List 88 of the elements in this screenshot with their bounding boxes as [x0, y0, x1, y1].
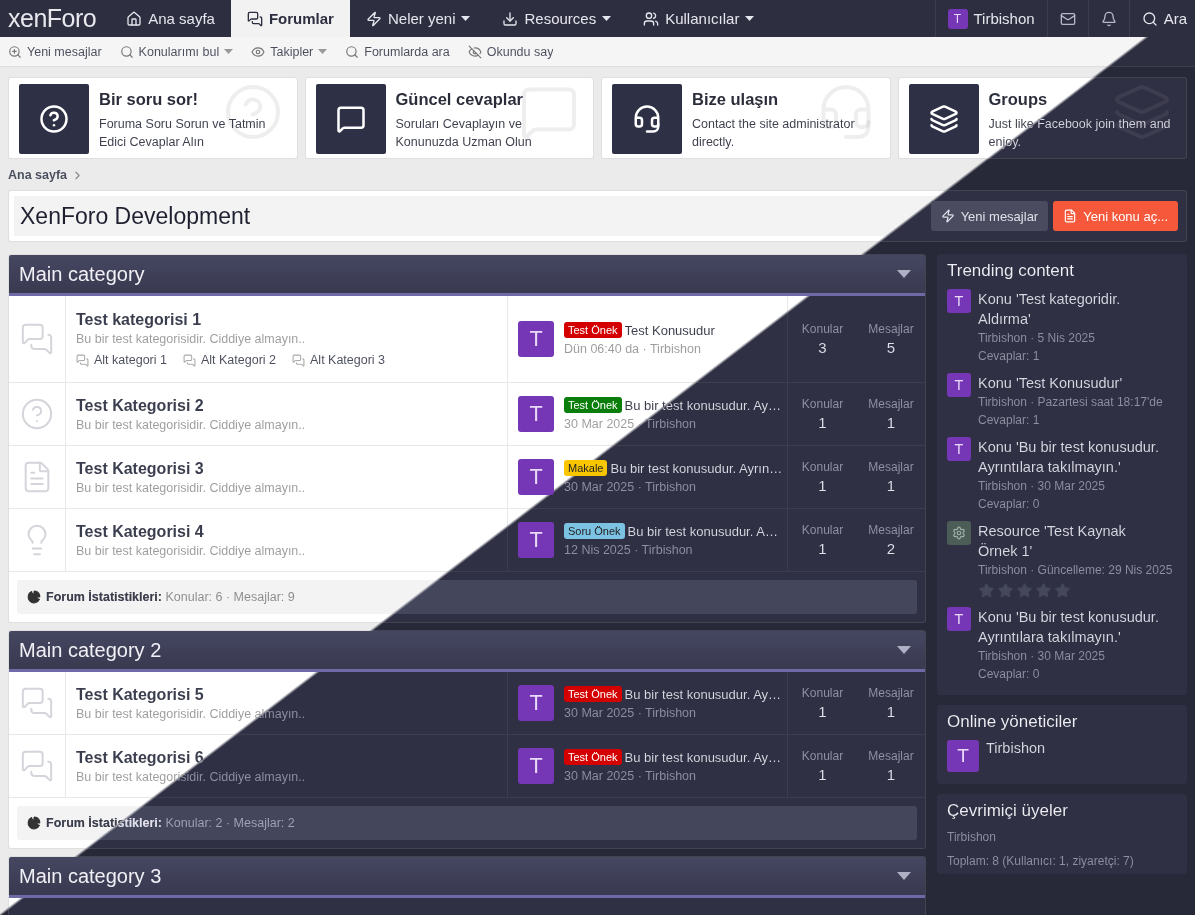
stat-label: Mesajlar	[868, 460, 914, 474]
home-icon	[126, 10, 143, 27]
nav-tab[interactable]: Forumlar	[230, 0, 350, 37]
info-card[interactable]: Güncel cevaplar Soruları Cevaplayın ve Konunuzda Uzman Olun	[304, 77, 594, 159]
stat-label: Konular	[801, 749, 844, 763]
user-avatar[interactable]: T	[518, 522, 554, 558]
stat-label: Mesajlar	[868, 749, 914, 763]
collapse-icon[interactable]	[897, 872, 911, 880]
user-avatar[interactable]: T	[518, 748, 554, 784]
nav-tab[interactable]: Resources	[486, 0, 628, 37]
user-avatar[interactable]: T	[518, 321, 554, 357]
user-avatar[interactable]: T	[947, 373, 971, 397]
category-title: Main category	[19, 262, 145, 286]
sub-nav-link[interactable]: Yeni mesajlar	[8, 44, 102, 59]
breadcrumb-link[interactable]: Ana sayfa	[8, 168, 68, 182]
sub-nav-link[interactable]: Okundu say	[467, 44, 554, 59]
thread-prefix: Soru Önek	[564, 523, 625, 539]
category-title: Main category 3	[19, 864, 162, 888]
thread-prefix: Test Önek	[564, 322, 622, 338]
users-icon	[643, 10, 660, 27]
collapse-icon[interactable]	[897, 646, 911, 654]
stat-label: Konular	[801, 523, 844, 537]
thread-prefix: Test Önek	[564, 749, 622, 765]
user-avatar: T	[947, 8, 968, 29]
speech-bubble-icon	[335, 104, 366, 134]
stat-label: Konular	[801, 322, 844, 336]
chat-bubbles-icon	[20, 322, 54, 356]
layers-icon	[928, 104, 959, 134]
user-avatar[interactable]: T	[947, 289, 971, 313]
headset-icon	[632, 104, 662, 134]
user-avatar[interactable]: T	[518, 459, 554, 495]
question-icon	[20, 397, 54, 431]
category-header[interactable]: Main category	[9, 255, 925, 296]
subforum-link[interactable]: Alt kategori 1	[76, 353, 167, 367]
chat-bubbles-icon	[20, 686, 54, 720]
lightning-icon	[940, 209, 955, 223]
category-header[interactable]: Main category 2	[9, 631, 925, 672]
user-avatar[interactable]: T	[947, 607, 971, 631]
mail-icon	[1059, 10, 1076, 27]
info-card[interactable]: Bir soru sor! Foruma Soru Sorun ve Tatmin Edici Cevaplar Alın	[8, 77, 298, 159]
stat-label: Konular	[801, 397, 844, 411]
stat-label: Mesajlar	[868, 523, 914, 537]
site-logo[interactable]: xenForo	[8, 0, 97, 37]
sub-nav-link[interactable]: Takipler	[251, 44, 328, 59]
thread-prefix: Test Önek	[564, 397, 622, 413]
user-avatar[interactable]: T	[518, 685, 554, 721]
category-header[interactable]: Main category 3	[9, 857, 925, 898]
sub-nav-link[interactable]: Konularımı bul	[119, 44, 234, 59]
download-icon	[502, 10, 519, 27]
bell-icon	[1100, 10, 1117, 27]
stat-label: Konular	[801, 686, 844, 700]
subforum-link[interactable]: Alt Kategori 3	[292, 353, 386, 367]
forum-stats: Forum İstatistikleri: Konular: 6 · Mesajlar: 9	[46, 590, 295, 604]
search-icon	[1141, 10, 1158, 27]
question-icon	[39, 104, 69, 134]
info-card[interactable]: Bize ulaşın Contact the site administrator directly.	[601, 77, 891, 159]
new-posts-button[interactable]: Yeni mesajlar	[930, 201, 1049, 231]
chat-bubbles-icon	[246, 10, 263, 27]
user-avatar[interactable]: T	[518, 396, 554, 432]
collapse-icon[interactable]	[897, 270, 911, 278]
nav-tab[interactable]: Kullanıcılar	[627, 0, 771, 37]
eye-slash-icon	[467, 44, 482, 59]
chat-bubbles-icon	[292, 353, 305, 367]
stat-label: Mesajlar	[868, 397, 914, 411]
nav-tab[interactable]: Ana sayfa	[110, 0, 231, 37]
pie-chart-icon	[27, 816, 41, 830]
search-icon	[119, 44, 134, 59]
gear-glyph-icon	[952, 526, 966, 540]
stat-label: Mesajlar	[868, 322, 914, 336]
chat-bubbles-icon	[182, 353, 196, 367]
lightning-icon	[365, 10, 382, 27]
nav-tab[interactable]: Neler yeni	[349, 0, 487, 37]
stat-label: Mesajlar	[868, 686, 914, 700]
chat-bubbles-icon	[20, 749, 54, 783]
thread-prefix: Test Önek	[564, 686, 622, 702]
sub-nav-link[interactable]: Forumlarda ara	[345, 44, 450, 59]
category-title: Main category 2	[19, 638, 162, 662]
search-icon	[345, 44, 360, 59]
thread-prefix: Makale	[564, 460, 608, 476]
stat-label: Konular	[801, 460, 844, 474]
user-avatar[interactable]: T	[947, 437, 971, 461]
subforum-link[interactable]: Alt Kategori 2	[182, 353, 276, 367]
zoom-in-icon	[8, 44, 22, 59]
user-avatar[interactable]: T	[947, 740, 979, 772]
chat-bubbles-icon	[76, 353, 89, 367]
pie-chart-icon	[27, 590, 41, 604]
eye-icon	[251, 44, 266, 59]
document-icon	[1063, 209, 1078, 223]
